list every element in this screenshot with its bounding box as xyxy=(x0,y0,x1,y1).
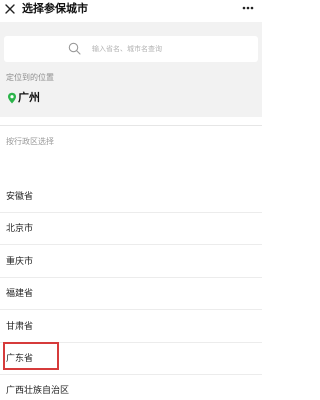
province-label: 甘肃省 xyxy=(6,322,34,332)
header-bar: 选择参保城市 xyxy=(0,0,262,22)
province-label: 安徽省 xyxy=(6,192,34,202)
province-item-beijing[interactable]: 北京市 xyxy=(0,213,262,245)
location-title: 定位到的位置 xyxy=(6,73,54,82)
province-item-guangxi[interactable]: 广西壮族自治区 xyxy=(0,375,262,400)
province-label: 福建省 xyxy=(6,289,34,299)
search-icon xyxy=(68,42,81,55)
location-city[interactable]: 广州 xyxy=(18,91,40,105)
province-label: 广西壮族自治区 xyxy=(6,386,70,396)
location-pin-icon xyxy=(8,92,16,104)
close-icon[interactable] xyxy=(4,3,16,15)
more-icon[interactable] xyxy=(242,4,254,12)
province-label: 重庆市 xyxy=(6,257,34,267)
page-title: 选择参保城市 xyxy=(22,2,88,15)
province-item-gansu[interactable]: 甘肃省 xyxy=(0,311,262,343)
search-area xyxy=(0,22,262,72)
page: 选择参保城市 定位到的位置 广州 按行政区选择 安徽省 北京市 xyxy=(0,0,262,400)
province-item-chongqing[interactable]: 重庆市 xyxy=(0,246,262,278)
province-list-title: 按行政区选择 xyxy=(6,137,54,146)
province-item-anhui[interactable]: 安徽省 xyxy=(0,181,262,213)
search-box[interactable] xyxy=(4,36,258,62)
highlight-box xyxy=(3,342,59,370)
search-input[interactable] xyxy=(92,40,252,58)
province-item-fujian[interactable]: 福建省 xyxy=(0,278,262,310)
location-section: 定位到的位置 广州 xyxy=(0,72,262,117)
province-label: 北京市 xyxy=(6,224,34,234)
